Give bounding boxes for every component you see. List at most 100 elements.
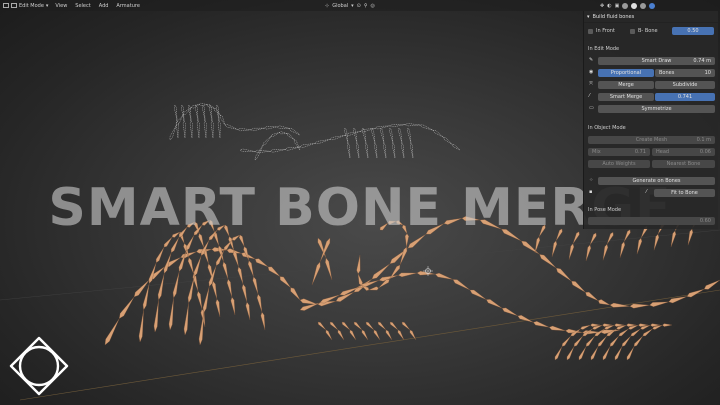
bone[interactable] <box>432 130 444 138</box>
bone[interactable] <box>254 149 271 154</box>
bone[interactable] <box>609 302 630 308</box>
bone[interactable] <box>585 335 595 347</box>
bone[interactable] <box>255 258 269 268</box>
bone[interactable] <box>230 296 236 316</box>
bone[interactable] <box>571 281 586 293</box>
bone[interactable] <box>341 321 351 331</box>
bone[interactable] <box>175 114 184 126</box>
xray-icon[interactable]: ▣ <box>615 3 620 9</box>
bone[interactable] <box>215 298 221 318</box>
in-front-checkbox[interactable]: In Front <box>588 27 615 35</box>
bone[interactable] <box>263 126 278 130</box>
bone[interactable] <box>153 299 159 333</box>
bone[interactable] <box>267 266 281 277</box>
mode-selector[interactable]: Edit Mode ▾ <box>0 3 51 9</box>
bone[interactable] <box>260 311 266 331</box>
solid-shading-icon[interactable] <box>631 2 638 9</box>
bone[interactable] <box>196 119 200 139</box>
bone[interactable] <box>703 279 720 290</box>
bone[interactable] <box>416 271 436 276</box>
gizmo-icon[interactable]: ✥ <box>600 3 604 9</box>
bone[interactable] <box>349 329 357 341</box>
mix-field[interactable]: Mix 0.71 <box>588 148 650 156</box>
pivot-icon[interactable]: ⊙ <box>357 3 361 9</box>
bone[interactable] <box>174 104 178 121</box>
bone[interactable] <box>383 142 387 159</box>
bone[interactable] <box>168 297 174 331</box>
bone[interactable] <box>389 124 406 128</box>
bone[interactable] <box>362 127 367 144</box>
bone[interactable] <box>392 142 396 159</box>
bone[interactable] <box>226 278 233 298</box>
bone[interactable] <box>377 321 387 331</box>
bone[interactable] <box>175 119 179 139</box>
bone[interactable] <box>554 346 563 361</box>
bone[interactable] <box>286 133 295 140</box>
bone[interactable] <box>566 346 575 361</box>
bone[interactable] <box>183 107 192 115</box>
bone[interactable] <box>155 247 165 263</box>
head-field[interactable]: Head 0.06 <box>652 148 715 156</box>
bone[interactable] <box>598 299 611 306</box>
orientation-select[interactable]: Global <box>332 3 348 9</box>
bone[interactable] <box>361 329 369 341</box>
bone[interactable] <box>187 257 194 274</box>
bone[interactable] <box>629 303 650 309</box>
bone[interactable] <box>374 142 378 159</box>
bone[interactable] <box>187 276 195 304</box>
bone[interactable] <box>373 329 381 341</box>
bone[interactable] <box>469 289 487 300</box>
bone[interactable] <box>224 124 238 130</box>
bone[interactable] <box>533 321 550 328</box>
bone[interactable] <box>214 108 221 116</box>
bone[interactable] <box>119 296 135 319</box>
bones-count-field[interactable]: Bones 10 <box>655 69 715 77</box>
bone[interactable] <box>359 127 376 133</box>
bone[interactable] <box>401 321 411 331</box>
bone[interactable] <box>329 135 346 141</box>
bone[interactable] <box>389 127 394 144</box>
bone[interactable] <box>262 136 272 146</box>
bone[interactable] <box>299 302 321 311</box>
bone[interactable] <box>199 102 208 106</box>
bone[interactable] <box>602 243 608 261</box>
bone[interactable] <box>609 335 619 347</box>
bone[interactable] <box>580 324 591 330</box>
bone[interactable] <box>407 127 412 144</box>
bone[interactable] <box>169 125 177 141</box>
bone[interactable] <box>319 237 331 263</box>
editor-type-icon[interactable] <box>3 3 9 8</box>
bone[interactable] <box>178 250 187 272</box>
bone[interactable] <box>219 114 226 126</box>
bone[interactable] <box>203 119 207 139</box>
smart-merge-value-field[interactable]: 0.741 <box>655 93 715 101</box>
bone[interactable] <box>397 329 405 341</box>
panel-header[interactable]: ▾ Build fluid bones <box>584 11 718 23</box>
bone[interactable] <box>217 119 221 139</box>
bone[interactable] <box>163 236 173 248</box>
bone[interactable] <box>356 142 360 159</box>
bone[interactable] <box>585 244 591 262</box>
bone[interactable] <box>353 321 363 331</box>
bone[interactable] <box>597 335 607 347</box>
bone[interactable] <box>602 346 611 361</box>
bone[interactable] <box>195 104 199 121</box>
bone[interactable] <box>551 240 557 257</box>
proportional-toggle[interactable]: Proportional <box>598 69 654 77</box>
bone[interactable] <box>356 254 361 275</box>
b-bone-checkbox[interactable]: B- Bone <box>630 27 658 35</box>
bone[interactable] <box>317 321 327 331</box>
bone[interactable] <box>202 286 210 314</box>
material-shading-icon[interactable] <box>640 2 647 9</box>
bone[interactable] <box>288 128 301 136</box>
bone[interactable] <box>398 127 403 144</box>
smart-merge-button[interactable]: Smart Merge <box>598 93 654 101</box>
bone[interactable] <box>568 243 574 260</box>
bone[interactable] <box>548 325 566 331</box>
bone[interactable] <box>210 119 214 139</box>
bone[interactable] <box>138 309 144 343</box>
bone[interactable] <box>630 328 641 337</box>
bone[interactable] <box>578 346 587 361</box>
bone[interactable] <box>649 301 669 307</box>
bone[interactable] <box>501 307 518 317</box>
